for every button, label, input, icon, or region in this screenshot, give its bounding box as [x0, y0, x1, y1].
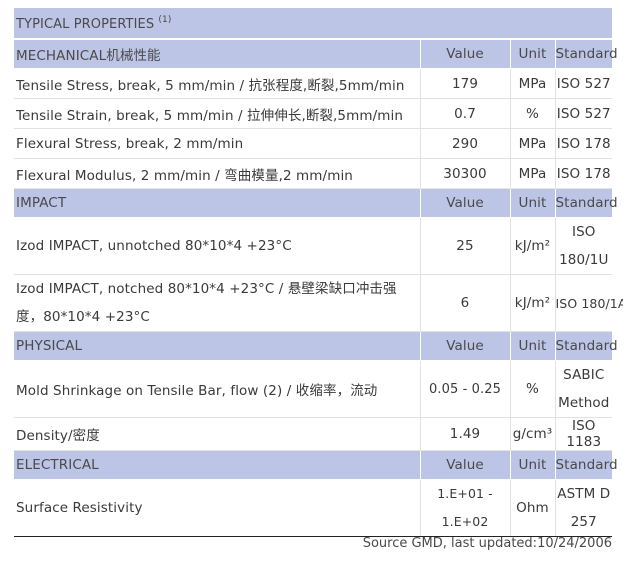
- section-name: IMPACT: [14, 188, 420, 218]
- table-title-footnote: (1): [158, 14, 172, 25]
- column-header-unit: Unit: [509, 188, 555, 218]
- property-unit: kJ/m²: [509, 217, 555, 275]
- property-unit: MPa: [509, 68, 555, 99]
- property-name: Izod IMPACT, unnotched 80*10*4 +23°C: [14, 217, 420, 275]
- property-standard: ISO 180/1U: [554, 217, 613, 275]
- column-header-standard: Standard: [554, 39, 618, 69]
- section-header-impact: IMPACT Value Unit Standard: [14, 188, 618, 218]
- column-header-unit: Unit: [509, 39, 555, 69]
- table-row: Density/密度 1.49 g/cm³ ISO 1183: [14, 417, 613, 451]
- table-title: TYPICAL PROPERTIES (1): [14, 8, 613, 40]
- property-name: Izod IMPACT, notched 80*10*4 +23°C / 悬壁梁…: [14, 274, 420, 332]
- table-row: Flexural Modulus, 2 mm/min / 弯曲模量,2 mm/m…: [14, 158, 613, 189]
- property-unit: g/cm³: [509, 417, 555, 451]
- property-value: 179: [419, 68, 510, 99]
- property-standard: ISO 1183: [554, 417, 613, 451]
- property-standard: ISO 527: [554, 98, 613, 129]
- property-standard: ISO 178: [554, 158, 613, 189]
- source-footnote: Source GMD, last updated:10/24/2006: [362, 536, 612, 551]
- property-value: 290: [419, 128, 510, 159]
- section-header-physical: PHYSICAL Value Unit Standard: [14, 331, 618, 361]
- property-value: 6: [419, 274, 510, 332]
- property-value: 1.E+01 - 1.E+02: [419, 479, 510, 537]
- property-value: 0.05 - 0.25: [419, 360, 510, 418]
- column-header-value: Value: [419, 331, 510, 361]
- property-name: Surface Resistivity: [14, 479, 420, 537]
- column-header-standard: Standard: [554, 450, 618, 480]
- property-name: Tensile Strain, break, 5 mm/min / 拉伸伸长,断…: [14, 98, 420, 129]
- column-header-unit: Unit: [509, 450, 555, 480]
- property-name: Density/密度: [14, 417, 420, 451]
- typical-properties-table: TYPICAL PROPERTIES (1) MECHANICAL机械性能 Va…: [14, 8, 623, 537]
- table-row: Mold Shrinkage on Tensile Bar, flow (2) …: [14, 360, 613, 418]
- property-value: 30300: [419, 158, 510, 189]
- property-name: Flexural Stress, break, 2 mm/min: [14, 128, 420, 159]
- property-name: Mold Shrinkage on Tensile Bar, flow (2) …: [14, 360, 420, 418]
- property-name: Flexural Modulus, 2 mm/min / 弯曲模量,2 mm/m…: [14, 158, 420, 189]
- section-name: MECHANICAL机械性能: [14, 39, 420, 69]
- table-row: Flexural Stress, break, 2 mm/min 290 MPa…: [14, 128, 613, 159]
- property-unit: kJ/m²: [509, 274, 555, 332]
- table-title-text: TYPICAL PROPERTIES: [16, 16, 155, 32]
- property-standard: ASTM D 257: [554, 479, 613, 537]
- section-name: ELECTRICAL: [14, 450, 420, 480]
- property-unit: Ohm: [509, 479, 555, 537]
- column-header-value: Value: [419, 450, 510, 480]
- property-value: 25: [419, 217, 510, 275]
- section-header-mechanical: MECHANICAL机械性能 Value Unit Standard: [14, 39, 618, 69]
- table-row: Izod IMPACT, notched 80*10*4 +23°C / 悬壁梁…: [14, 274, 623, 332]
- table-row: Tensile Stress, break, 5 mm/min / 抗张程度,断…: [14, 68, 613, 99]
- property-standard: ISO 527: [554, 68, 613, 99]
- column-header-standard: Standard: [554, 188, 618, 218]
- table-row: Surface Resistivity 1.E+01 - 1.E+02 Ohm …: [14, 479, 613, 537]
- table-row: Izod IMPACT, unnotched 80*10*4 +23°C 25 …: [14, 217, 613, 275]
- property-standard: SABIC Method: [554, 360, 613, 418]
- column-header-unit: Unit: [509, 331, 555, 361]
- column-header-value: Value: [419, 39, 510, 69]
- property-value: 0.7: [419, 98, 510, 129]
- property-unit: MPa: [509, 128, 555, 159]
- property-unit: %: [509, 360, 555, 418]
- section-header-electrical: ELECTRICAL Value Unit Standard: [14, 450, 618, 480]
- property-unit: MPa: [509, 158, 555, 189]
- property-name: Tensile Stress, break, 5 mm/min / 抗张程度,断…: [14, 68, 420, 99]
- column-header-value: Value: [419, 188, 510, 218]
- table-row: Tensile Strain, break, 5 mm/min / 拉伸伸长,断…: [14, 98, 613, 129]
- properties-table-container: TYPICAL PROPERTIES (1) MECHANICAL机械性能 Va…: [14, 8, 623, 537]
- column-header-standard: Standard: [554, 331, 618, 361]
- property-standard: ISO 178: [554, 128, 613, 159]
- property-unit: %: [509, 98, 555, 129]
- table-title-row: TYPICAL PROPERTIES (1): [14, 8, 613, 40]
- property-standard: ISO 180/1A: [554, 274, 623, 332]
- section-name: PHYSICAL: [14, 331, 420, 361]
- property-value: 1.49: [419, 417, 510, 451]
